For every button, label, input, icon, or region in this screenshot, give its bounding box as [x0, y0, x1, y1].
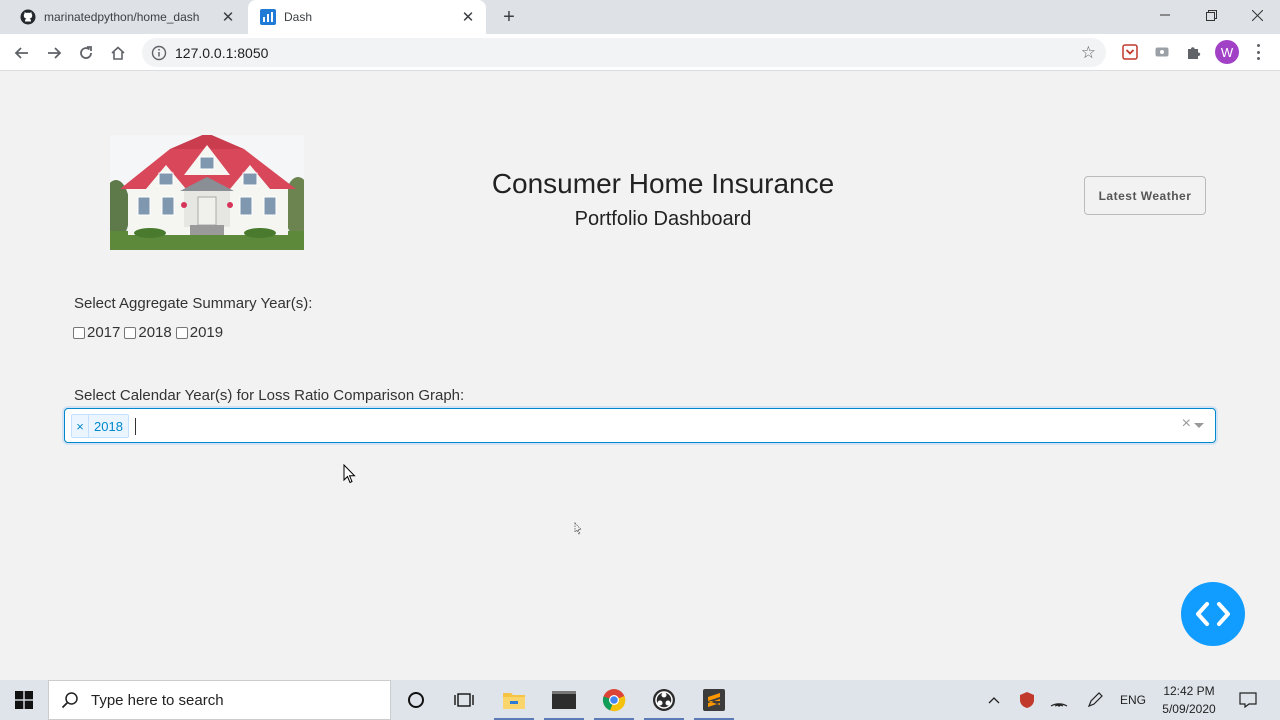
checkbox[interactable]: [124, 326, 137, 339]
terminal-icon[interactable]: [540, 680, 588, 720]
language-indicator[interactable]: ENG: [1116, 680, 1150, 720]
dropdown-arrow-icon[interactable]: [1194, 423, 1204, 428]
pen-icon[interactable]: [1084, 680, 1106, 720]
text-caret: [135, 418, 136, 435]
screen: marinatedpython/home_dash ✕ Dash ✕ + 127…: [0, 0, 1280, 720]
close-icon[interactable]: ✕: [458, 7, 478, 27]
task-view-icon[interactable]: [440, 680, 488, 720]
browser-toolbar: 127.0.0.1:8050 ☆ W: [0, 34, 1280, 71]
tab-title: Dash: [284, 10, 313, 24]
checkbox[interactable]: [175, 326, 188, 339]
search-placeholder: Type here to search: [91, 691, 224, 709]
obs-icon[interactable]: [640, 680, 688, 720]
year-option-2018[interactable]: 2018: [124, 324, 172, 341]
back-icon[interactable]: [9, 40, 35, 66]
code-brackets-icon: [1196, 602, 1230, 626]
url-text: 127.0.0.1:8050: [175, 44, 269, 61]
mouse-pointer-icon: [343, 463, 356, 489]
year-option-2017[interactable]: 2017: [73, 324, 120, 341]
taskbar-clock[interactable]: 12:42 PM 5/09/2020: [1150, 682, 1228, 718]
close-icon[interactable]: ✕: [218, 7, 238, 27]
mouse-ghost-icon: [572, 521, 586, 540]
loss-ratio-years-label: Select Calendar Year(s) for Loss Ratio C…: [74, 387, 465, 404]
taskbar-search-box[interactable]: Type here to search: [48, 680, 391, 720]
clock-date: 5/09/2020: [1162, 702, 1216, 716]
checkbox-label: 2017: [87, 324, 121, 341]
clear-selection-icon[interactable]: ×: [1182, 415, 1191, 433]
wifi-icon[interactable]: [1048, 680, 1070, 720]
selected-year-chip: × 2018: [71, 414, 129, 438]
chip-remove-icon[interactable]: ×: [72, 415, 89, 437]
search-icon: [61, 691, 79, 709]
info-icon[interactable]: [151, 45, 167, 61]
summary-years-checklist: 2017 2018 2019: [73, 324, 227, 341]
reload-icon[interactable]: [73, 40, 99, 66]
latest-weather-button[interactable]: Latest Weather: [1084, 176, 1206, 215]
checkbox-label: 2018: [138, 324, 172, 341]
browser-tab-strip: marinatedpython/home_dash ✕ Dash ✕ +: [0, 0, 1280, 34]
chip-value: 2018: [94, 418, 123, 434]
home-icon[interactable]: [105, 40, 131, 66]
cortana-icon[interactable]: [392, 680, 440, 720]
forward-icon[interactable]: [41, 40, 67, 66]
profile-avatar[interactable]: W: [1215, 40, 1239, 64]
new-tab-icon[interactable]: +: [498, 6, 520, 28]
tab-dash[interactable]: Dash ✕: [248, 0, 486, 34]
extensions-puzzle-icon[interactable]: [1184, 42, 1204, 62]
dash-chart-icon: [260, 9, 276, 25]
address-bar[interactable]: 127.0.0.1:8050 ☆: [142, 38, 1106, 67]
year-option-2019[interactable]: 2019: [175, 324, 224, 341]
security-shield-icon[interactable]: [1016, 680, 1038, 720]
minimize-icon[interactable]: [1142, 0, 1188, 30]
chrome-icon[interactable]: [590, 680, 638, 720]
loss-ratio-year-select[interactable]: × 2018 ×: [64, 408, 1216, 443]
clock-time: 12:42 PM: [1163, 684, 1215, 698]
sublime-text-icon[interactable]: [690, 680, 738, 720]
summary-years-label: Select Aggregate Summary Year(s):: [74, 295, 313, 312]
tab-github[interactable]: marinatedpython/home_dash ✕: [8, 0, 246, 34]
restore-icon[interactable]: [1188, 0, 1234, 30]
pocket-extension-icon[interactable]: [1120, 42, 1140, 62]
bookmark-star-icon[interactable]: ☆: [1081, 43, 1096, 63]
windows-taskbar: Type here to search ENG 12:42 PM 5/09/20…: [0, 680, 1280, 720]
cast-extension-icon[interactable]: [1152, 42, 1172, 62]
dash-devtools-button[interactable]: [1181, 582, 1245, 646]
notifications-icon[interactable]: [1236, 680, 1260, 720]
page-title: Consumer Home Insurance: [491, 168, 835, 199]
window-close-icon[interactable]: [1234, 0, 1280, 30]
menu-kebab-icon[interactable]: [1250, 42, 1266, 62]
checkbox[interactable]: [73, 326, 85, 339]
windows-start-icon[interactable]: [0, 680, 48, 720]
tray-chevron-icon[interactable]: [984, 680, 1004, 720]
checkbox-label: 2019: [189, 324, 224, 341]
tab-title: marinatedpython/home_dash: [44, 10, 200, 24]
house-image: [110, 135, 304, 250]
page-subtitle: Portfolio Dashboard: [574, 208, 752, 230]
github-icon: [20, 9, 36, 25]
file-explorer-icon[interactable]: [490, 680, 538, 720]
